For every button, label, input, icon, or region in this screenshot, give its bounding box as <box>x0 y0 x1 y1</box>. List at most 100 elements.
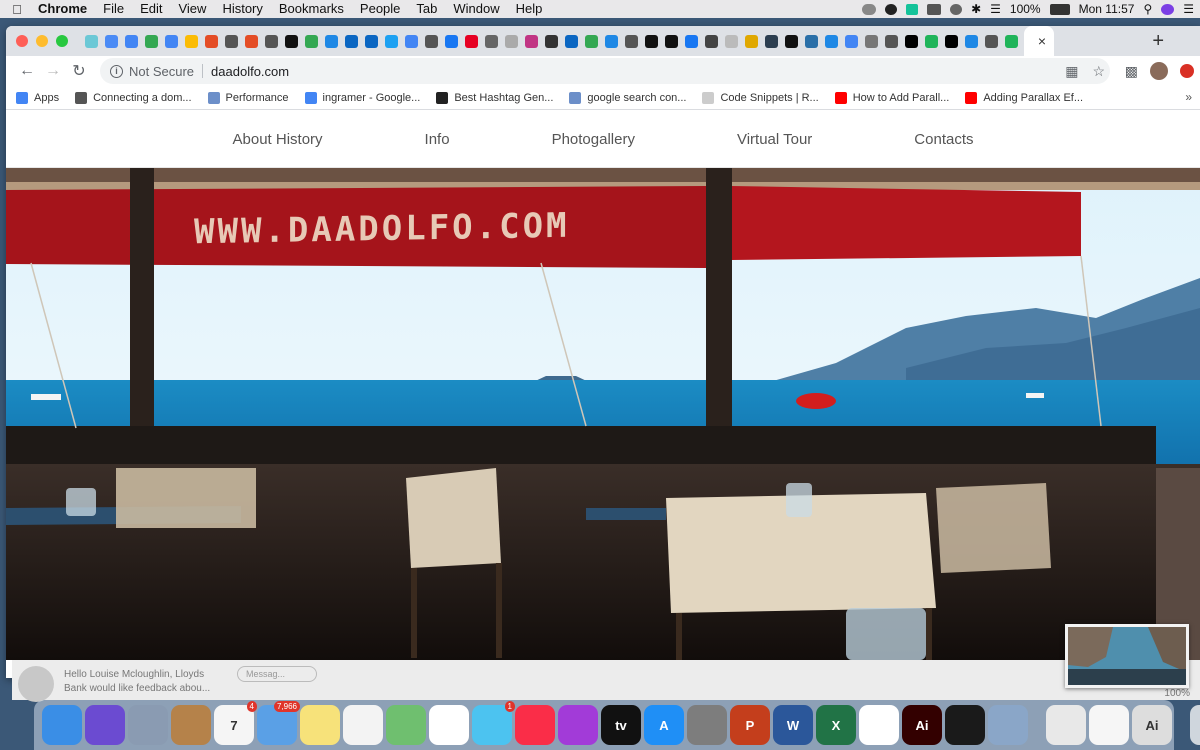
tab-favicon-26[interactable] <box>602 32 620 50</box>
notefile-icon[interactable] <box>171 705 211 745</box>
word-icon[interactable]: W <box>773 705 813 745</box>
calendar-icon[interactable]: 74 <box>214 701 257 745</box>
clock[interactable]: Mon 11:57 <box>1079 2 1135 16</box>
screenshot-thumbnail[interactable] <box>1065 624 1189 688</box>
extensions-puzzle-icon[interactable]: ▩ <box>1125 63 1138 80</box>
podcasts-icon[interactable] <box>558 705 598 745</box>
tab-favicon-11[interactable] <box>302 32 320 50</box>
nav-virtual-tour[interactable]: Virtual Tour <box>686 131 863 148</box>
tab-favicon-28[interactable] <box>642 32 660 50</box>
acrobat-icon[interactable] <box>945 705 985 745</box>
tab-favicon-13[interactable] <box>342 32 360 50</box>
airplay-icon[interactable] <box>927 3 942 15</box>
tab-favicon-5[interactable] <box>182 32 200 50</box>
bookmark-item-8[interactable]: Adding Parallax Ef... <box>965 91 1083 104</box>
excel-icon[interactable]: X <box>816 705 856 745</box>
creative-cloud-icon[interactable] <box>885 3 898 15</box>
menu-file[interactable]: File <box>95 0 132 18</box>
illustrator-icon[interactable]: Ai <box>902 705 942 745</box>
stack-1-icon[interactable] <box>1046 705 1086 745</box>
tab-favicon-10[interactable] <box>282 32 300 50</box>
tab-favicon-39[interactable] <box>862 32 880 50</box>
tab-favicon-4[interactable] <box>162 32 180 50</box>
menu-help[interactable]: Help <box>508 0 551 18</box>
powerpoint-icon[interactable]: P <box>730 705 770 745</box>
back-arrow-icon[interactable]: ← <box>14 62 40 80</box>
cloud-icon[interactable] <box>862 3 877 15</box>
reminders-icon[interactable] <box>343 705 383 745</box>
tab-favicon-19[interactable] <box>462 32 480 50</box>
tab-favicon-27[interactable] <box>622 32 640 50</box>
tab-favicon-36[interactable] <box>802 32 820 50</box>
menu-bookmarks[interactable]: Bookmarks <box>271 0 352 18</box>
bookmark-item-0[interactable]: Apps <box>16 91 59 104</box>
nav-photogallery[interactable]: Photogallery <box>501 131 686 148</box>
stack-2-icon[interactable] <box>1089 705 1129 745</box>
tab-favicon-17[interactable] <box>422 32 440 50</box>
tab-favicon-31[interactable] <box>702 32 720 50</box>
tab-favicon-46[interactable] <box>1002 32 1020 50</box>
reload-icon[interactable]: ↻ <box>66 61 92 81</box>
tab-favicon-7[interactable] <box>222 32 240 50</box>
bookmark-item-2[interactable]: Performance <box>207 91 289 104</box>
close-tab-icon[interactable]: × <box>1038 33 1046 49</box>
maps-icon[interactable] <box>386 705 426 745</box>
apple-icon[interactable]:  <box>0 2 34 17</box>
finder-icon[interactable] <box>42 705 82 745</box>
nav-contacts[interactable]: Contacts <box>863 131 1024 148</box>
tab-favicon-44[interactable] <box>962 32 980 50</box>
tab-favicon-30[interactable] <box>682 32 700 50</box>
menu-app-name[interactable]: Chrome <box>34 0 95 18</box>
tab-favicon-2[interactable] <box>122 32 140 50</box>
chrome-icon[interactable] <box>859 705 899 745</box>
tab-favicon-3[interactable] <box>142 32 160 50</box>
time-machine-icon[interactable] <box>950 3 963 15</box>
nav-info[interactable]: Info <box>374 131 501 148</box>
tab-favicon-9[interactable] <box>262 32 280 50</box>
app-store-icon[interactable]: A <box>644 705 684 745</box>
notification-center-icon[interactable]: ☰ <box>1183 2 1194 16</box>
menu-view[interactable]: View <box>170 0 214 18</box>
security-label[interactable]: Not Secure <box>129 64 194 79</box>
menu-edit[interactable]: Edit <box>132 0 170 18</box>
tab-favicon-20[interactable] <box>482 32 500 50</box>
tab-favicon-23[interactable] <box>542 32 560 50</box>
active-tab[interactable]: × <box>1024 26 1054 56</box>
new-tab-button[interactable]: + <box>1152 30 1164 53</box>
forward-arrow-icon[interactable]: → <box>40 62 66 80</box>
notes-icon[interactable] <box>300 705 340 745</box>
tab-favicon-15[interactable] <box>382 32 400 50</box>
tab-favicon-22[interactable] <box>522 32 540 50</box>
tab-favicon-21[interactable] <box>502 32 520 50</box>
zoom-window-button[interactable] <box>56 35 68 47</box>
bookmark-item-5[interactable]: google search con... <box>569 91 686 104</box>
wifi-icon[interactable]: ☰ <box>990 2 1001 16</box>
tab-favicon-45[interactable] <box>982 32 1000 50</box>
extension-icon[interactable] <box>1180 64 1194 78</box>
nav-about-history[interactable]: About History <box>182 131 374 148</box>
tab-favicon-33[interactable] <box>742 32 760 50</box>
tab-favicon-0[interactable] <box>82 32 100 50</box>
tab-favicon-35[interactable] <box>782 32 800 50</box>
bookmark-item-4[interactable]: Best Hashtag Gen... <box>436 91 553 104</box>
tab-favicon-16[interactable] <box>402 32 420 50</box>
tab-favicon-40[interactable] <box>882 32 900 50</box>
music-icon[interactable] <box>515 705 555 745</box>
profile-avatar[interactable] <box>1150 62 1168 80</box>
mail-icon[interactable]: 7,966 <box>257 701 300 745</box>
battery-percent[interactable]: 100% <box>1010 2 1041 16</box>
preview-icon[interactable] <box>988 705 1028 745</box>
menu-tab[interactable]: Tab <box>408 0 445 18</box>
tab-favicon-24[interactable] <box>562 32 580 50</box>
menu-window[interactable]: Window <box>445 0 507 18</box>
tab-favicon-14[interactable] <box>362 32 380 50</box>
info-icon[interactable]: i <box>110 64 123 78</box>
url-text[interactable]: daadolfo.com <box>211 64 289 79</box>
tab-favicon-34[interactable] <box>762 32 780 50</box>
bookmark-item-6[interactable]: Code Snippets | R... <box>702 91 819 104</box>
bookmark-item-7[interactable]: How to Add Parall... <box>834 91 949 104</box>
translate-icon[interactable]: ▦ <box>1065 63 1078 80</box>
siri-icon[interactable] <box>1161 3 1175 15</box>
tab-favicon-1[interactable] <box>102 32 120 50</box>
stack-3-icon[interactable]: Ai <box>1132 705 1172 745</box>
